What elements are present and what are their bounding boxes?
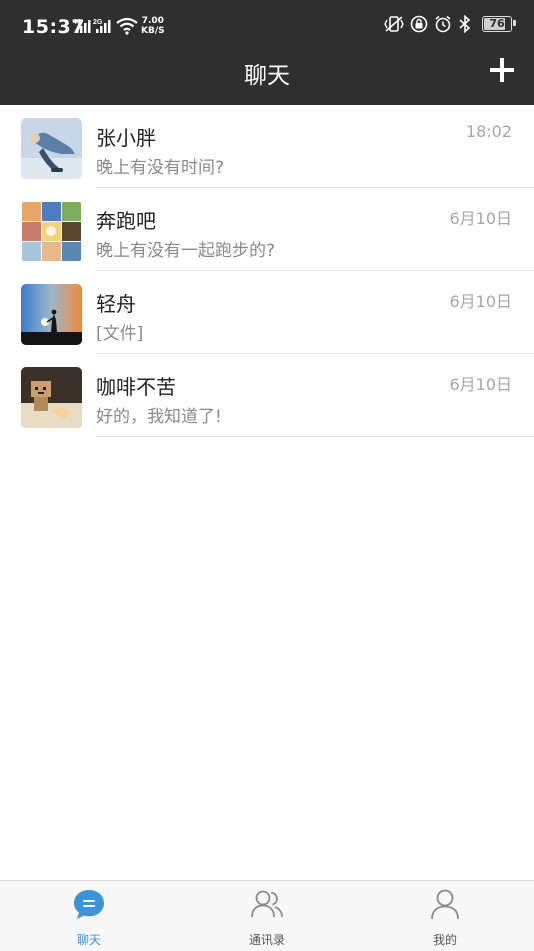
chat-name: 奔跑吧 <box>96 209 156 233</box>
tab-profile[interactable]: 我的 <box>356 881 534 951</box>
chat-time: 18:02 <box>465 122 512 141</box>
status-bar: 15:37 4G 2G 7.00 KB/S 76 <box>0 0 534 52</box>
network-speed: 7.00 KB/S <box>141 16 165 36</box>
chat-name: 咖啡不苦 <box>96 375 176 399</box>
tab-chat[interactable]: 聊天 <box>0 881 178 951</box>
vibrate-icon <box>384 16 404 32</box>
tab-label: 我的 <box>432 933 457 947</box>
avatar-sunset-silhouette <box>21 284 82 345</box>
page-title: 聊天 <box>244 63 290 89</box>
bottom-tab-bar: 聊天 通讯录 我的 <box>0 880 534 951</box>
app-header: 15:37 4G 2G 7.00 KB/S 76 聊天 <box>0 0 534 105</box>
alarm-icon <box>435 15 451 33</box>
divider <box>96 436 534 437</box>
chat-list: 张小胖 晚上有没有时间? 18:02 奔跑吧 晚上有没有一起跑步的? 6月10日 <box>0 105 534 437</box>
chat-name: 轻舟 <box>96 292 136 316</box>
svg-text:2G: 2G <box>93 19 103 26</box>
chat-preview: 好的，我知道了! <box>96 407 222 427</box>
chat-time: 6月10日 <box>449 209 512 228</box>
avatar-group-grid <box>21 201 82 262</box>
chat-bubble-icon <box>74 890 104 919</box>
chat-row[interactable]: 轻舟 [文件] 6月10日 <box>0 271 534 354</box>
chat-time: 6月10日 <box>449 375 512 394</box>
chat-name: 张小胖 <box>96 126 156 150</box>
wifi-icon <box>116 17 138 35</box>
sync-lock-icon <box>410 15 428 33</box>
avatar-cardboard-robot <box>21 367 82 428</box>
bluetooth-icon <box>459 15 471 33</box>
add-button[interactable] <box>490 58 514 82</box>
chat-row[interactable]: 咖啡不苦 好的，我知道了! 6月10日 <box>0 354 534 437</box>
tab-label: 通讯录 <box>248 933 285 947</box>
contacts-icon <box>251 890 283 918</box>
chat-preview: 晚上有没有时间? <box>96 158 225 178</box>
tab-label: 聊天 <box>76 933 101 947</box>
avatar-person-sitting <box>21 118 82 179</box>
status-right-icons: 76 <box>384 15 516 33</box>
chat-preview: 晚上有没有一起跑步的? <box>96 241 276 261</box>
battery-indicator: 76 <box>482 16 516 32</box>
chat-row[interactable]: 张小胖 晚上有没有时间? 18:02 <box>0 105 534 188</box>
tab-contacts[interactable]: 通讯录 <box>178 881 356 951</box>
svg-text:4G: 4G <box>73 19 83 26</box>
profile-icon <box>431 889 459 920</box>
chat-row[interactable]: 奔跑吧 晚上有没有一起跑步的? 6月10日 <box>0 188 534 271</box>
chat-preview: [文件] <box>96 324 144 344</box>
chat-time: 6月10日 <box>449 292 512 311</box>
